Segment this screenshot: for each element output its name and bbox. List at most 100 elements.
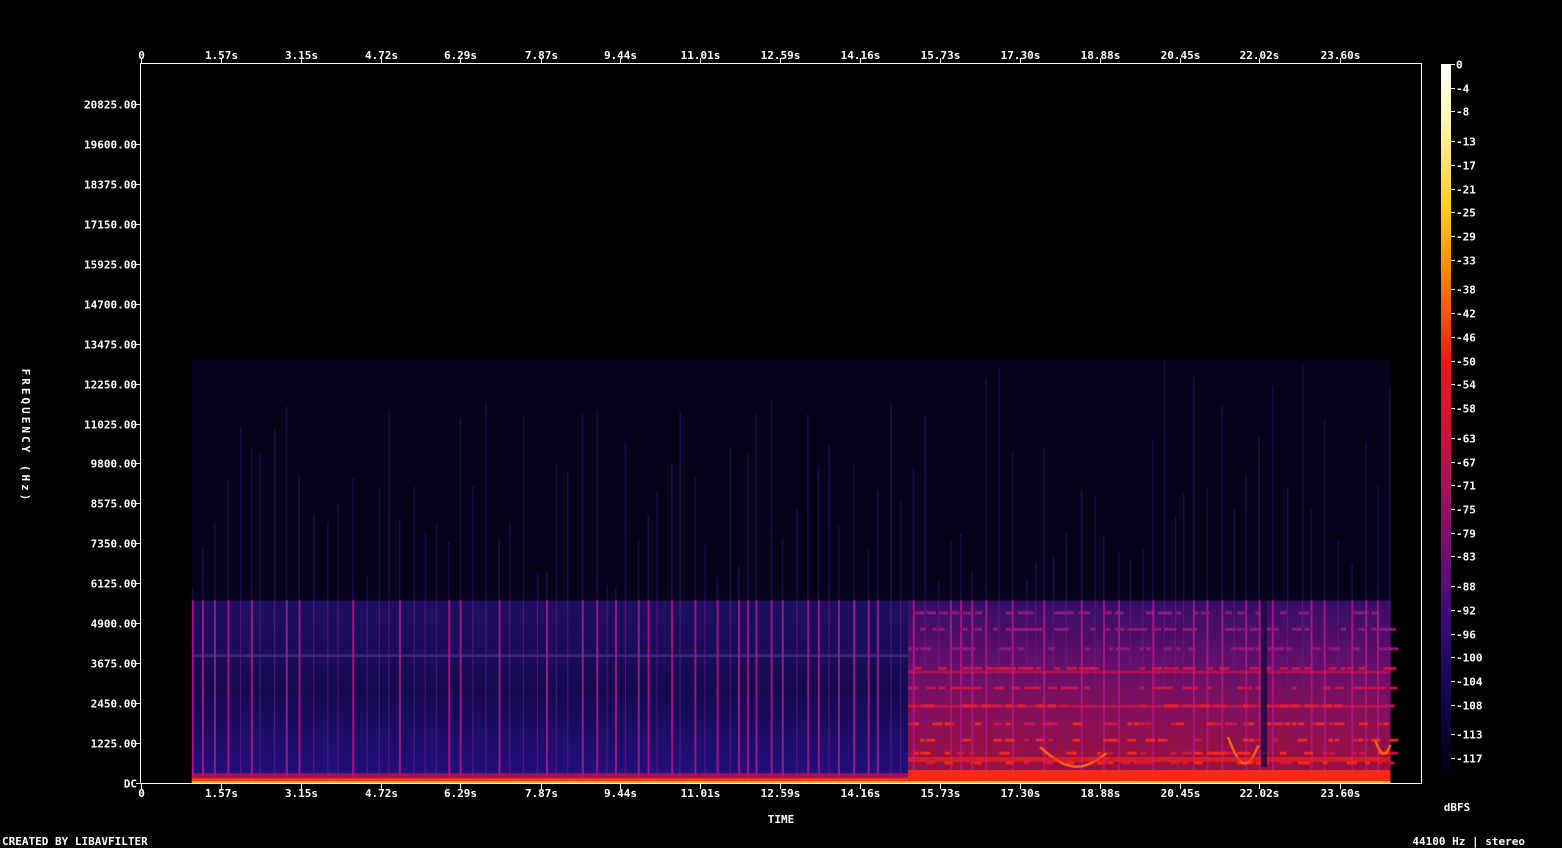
transient-tail <box>704 543 706 601</box>
harmonic-cell <box>1066 611 1074 615</box>
harmonic-cell <box>1005 647 1012 651</box>
transient-tail <box>581 414 584 601</box>
harmonic-cell <box>1316 722 1325 726</box>
harmonic-cell <box>968 666 975 670</box>
transient-tail <box>796 509 798 601</box>
harmonic-cell <box>956 751 965 755</box>
harmonic-cell <box>1218 666 1226 670</box>
harmonic-cell <box>1048 722 1058 726</box>
transient-tail <box>647 514 650 601</box>
transient-tail <box>1034 562 1037 601</box>
transient-tail <box>1337 540 1339 601</box>
harmonic-cell <box>1352 751 1358 755</box>
transient-tail <box>522 415 525 601</box>
transient-tail <box>435 522 438 601</box>
harmonic-cell <box>1231 627 1237 631</box>
harmonic-cell <box>1249 722 1254 726</box>
harmonic-cell <box>1176 611 1182 615</box>
harmonic-cell <box>1194 751 1203 755</box>
harmonic-cell <box>1011 627 1019 631</box>
harmonic-cell <box>1048 686 1058 690</box>
transient <box>567 600 569 783</box>
x-tick-label-bottom: 1.57s <box>205 787 238 800</box>
harmonic-cell <box>1365 761 1370 765</box>
transient-tail <box>1192 376 1195 601</box>
transient-tail <box>837 526 840 601</box>
y-tick-label: 18375.00 <box>84 179 137 192</box>
harmonic-cell <box>1170 751 1177 755</box>
transient-tail <box>285 406 288 601</box>
transient-tail <box>448 541 450 601</box>
harmonic-cell <box>1243 686 1253 690</box>
spectrogram-window: 0 1.57s 3.15s 4.72s 6.29s 7.87s 9.44s 11.01s 12.… <box>0 0 1562 848</box>
transient-tail <box>274 429 276 601</box>
harmonic-cell <box>1304 751 1314 755</box>
steady-partial <box>907 670 1391 674</box>
x-tick-label-top: 0 <box>138 49 145 62</box>
transient-tail <box>1026 578 1028 601</box>
transient <box>555 600 557 783</box>
transient-tail <box>624 442 627 601</box>
x-tick-label-bottom: 18.88s <box>1081 787 1121 800</box>
harmonic-cell <box>975 611 983 615</box>
harmonic-cell <box>944 722 952 726</box>
harmonic-cell <box>1224 611 1232 615</box>
harmonic-cell <box>975 627 983 631</box>
transient-tail <box>1103 534 1105 601</box>
transient-tail <box>614 587 617 601</box>
transient-tail <box>1323 418 1326 601</box>
harmonic-cell <box>1359 722 1369 726</box>
transient-tail <box>1065 531 1068 601</box>
transient-tail <box>694 476 696 601</box>
harmonic-cell <box>993 722 1003 726</box>
y-tick-label: 6125.00 <box>91 578 137 591</box>
harmonic-cell <box>1109 647 1114 651</box>
harmonic-cell <box>1212 751 1219 755</box>
colorbar-tick-label: -104 <box>1456 676 1483 689</box>
bass-band-a-edge <box>191 773 908 779</box>
harmonic-cell <box>975 666 983 670</box>
harmonic-cell <box>926 686 936 690</box>
colorbar-tick-label: -8 <box>1456 106 1469 119</box>
transient-tail <box>817 465 820 601</box>
transient-tail <box>770 400 773 601</box>
transient-tail <box>755 414 758 601</box>
transient-tail <box>867 548 870 601</box>
harmonic-cell <box>1127 751 1137 755</box>
harmonic-cell <box>1304 666 1311 670</box>
transient <box>298 600 301 783</box>
transient-tail <box>472 486 474 601</box>
harmonic-cell <box>1291 666 1301 670</box>
x-tick-label-top: 18.88s <box>1081 49 1121 62</box>
transient <box>867 600 870 783</box>
transient-tail <box>1011 450 1014 601</box>
harmonic-cell <box>1029 666 1034 670</box>
colorbar-tick-label: -4 <box>1456 83 1470 96</box>
harmonic-cell <box>1298 738 1308 742</box>
transient <box>729 600 731 783</box>
harmonic-cell <box>1188 647 1196 651</box>
transient <box>352 600 355 783</box>
transient-tail <box>671 462 673 601</box>
harmonic-cell <box>1163 647 1173 651</box>
harmonic-cell <box>975 722 981 726</box>
harmonic-cell <box>1023 761 1030 765</box>
x-tick-label-bottom: 7.87s <box>525 787 558 800</box>
harmonic-cell <box>1005 722 1011 726</box>
x-tick-label-top: 20.45s <box>1161 49 1201 62</box>
harmonic-cell <box>1237 627 1242 631</box>
x-tick-label-bottom: 0 <box>138 787 145 800</box>
harmonic-cell <box>1139 666 1146 670</box>
transient-tail <box>227 481 229 601</box>
harmonic-cell <box>1023 738 1030 742</box>
transient-tail <box>828 445 830 601</box>
harmonic-cell <box>1273 738 1278 742</box>
harmonic-cell <box>1163 686 1174 690</box>
transient-tail <box>366 575 369 601</box>
transient <box>694 600 697 783</box>
harmonic-cell <box>1389 666 1397 670</box>
harmonic-cell <box>1249 738 1255 742</box>
transient-tail <box>337 503 339 601</box>
harmonic-cell <box>1103 761 1111 765</box>
harmonic-cell <box>1334 686 1344 690</box>
